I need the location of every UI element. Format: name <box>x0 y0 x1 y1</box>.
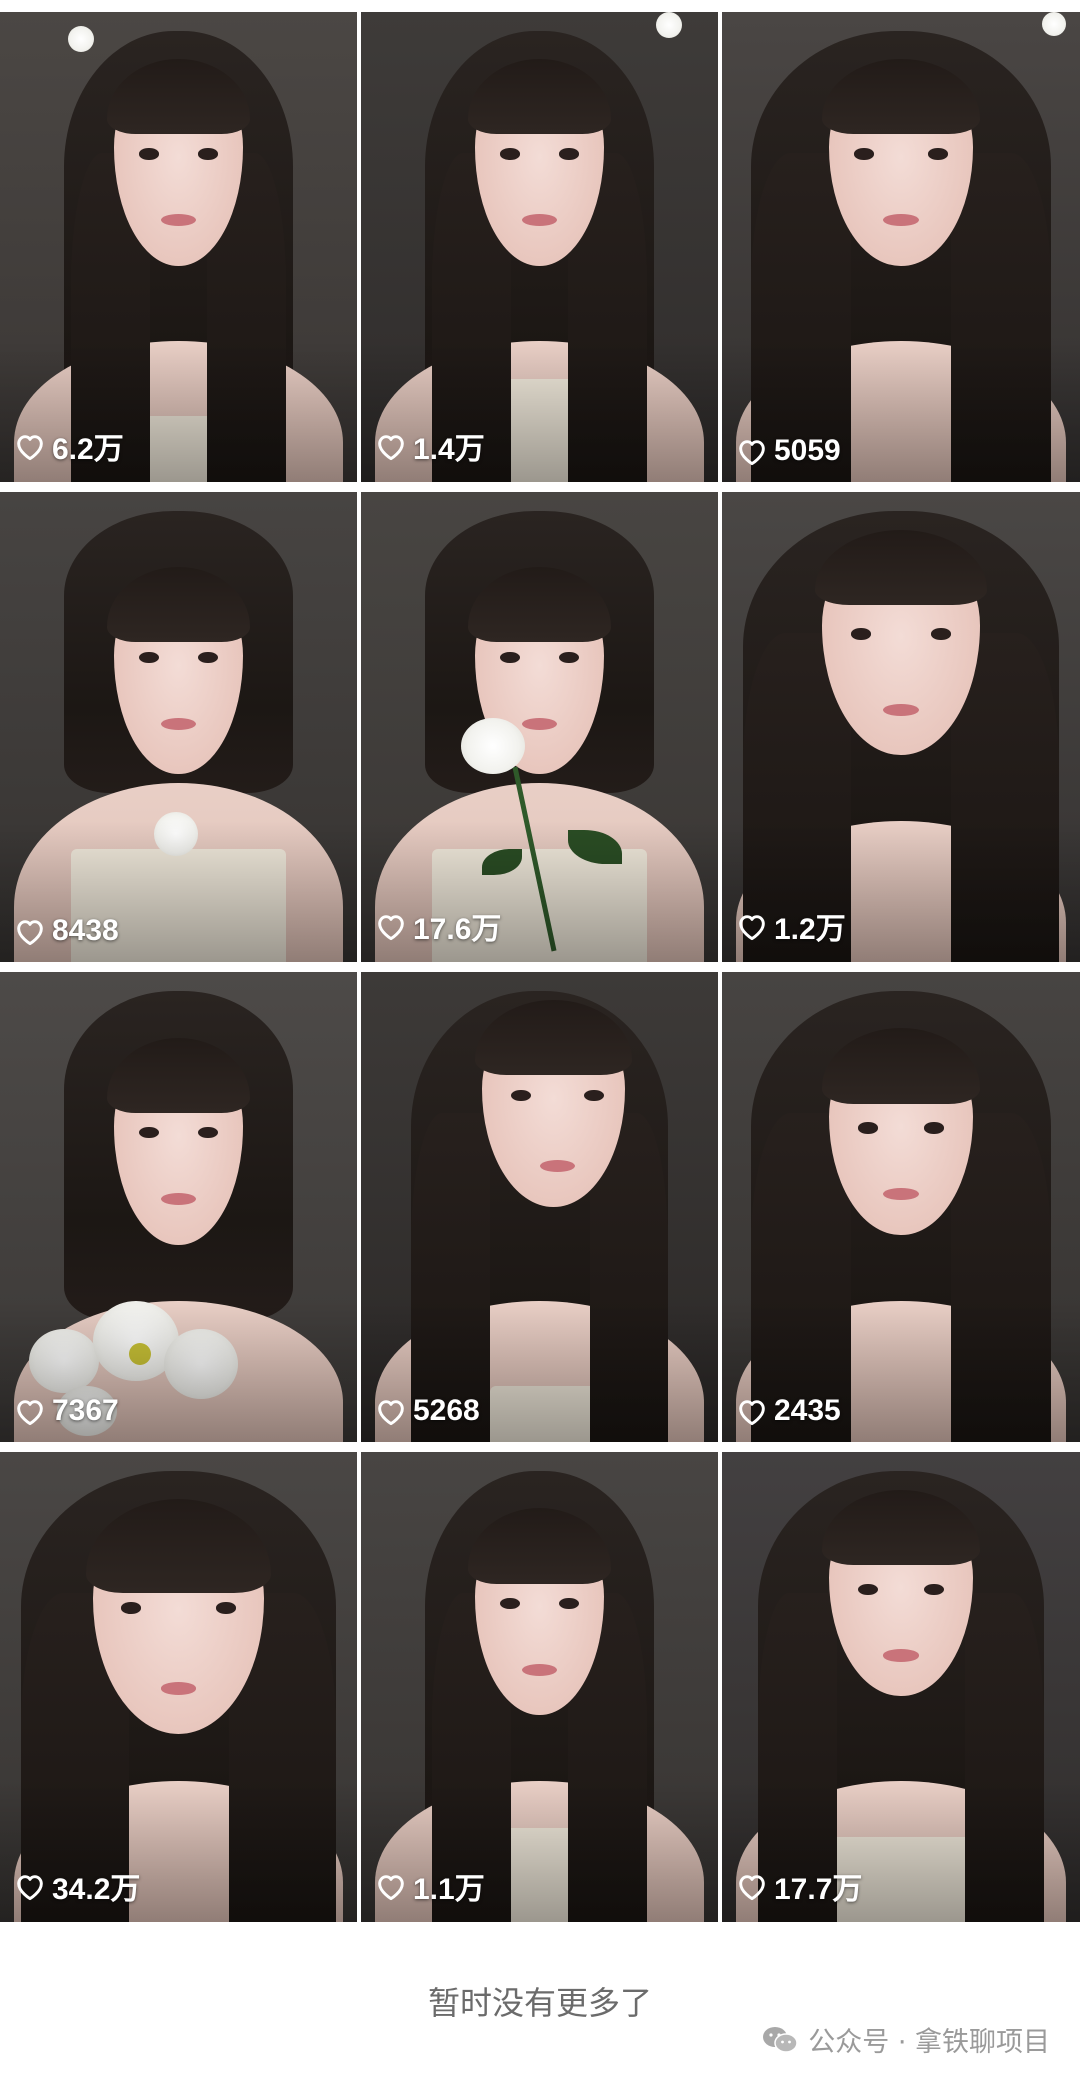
watermark: 公众号 · 拿铁聊项目 <box>762 2020 1050 2059</box>
video-tile[interactable]: 5268 <box>361 972 718 1442</box>
like-count: 5059 <box>736 434 841 468</box>
like-count-text: 5059 <box>774 434 841 467</box>
heart-outline-icon <box>375 1396 407 1426</box>
like-count-text: 1.4万 <box>413 433 485 466</box>
footer: 暂时没有更多了 公众号 · 拿铁聊项目 <box>0 1922 1080 2081</box>
like-count-text: 17.7万 <box>774 1873 863 1906</box>
like-count: 1.1万 <box>375 1864 485 1908</box>
video-tile[interactable]: 2435 <box>722 972 1080 1442</box>
video-tile[interactable]: 1.1万 <box>361 1452 718 1922</box>
video-tile[interactable]: 6.2万 <box>0 12 357 482</box>
video-tile[interactable]: 5059 <box>722 12 1080 482</box>
video-thumbnail <box>722 1452 1080 1922</box>
video-thumbnail <box>361 492 718 962</box>
like-count-text: 1.2万 <box>774 913 846 946</box>
like-count: 2435 <box>736 1394 841 1428</box>
top-strip <box>0 0 1080 12</box>
like-count-text: 17.6万 <box>413 913 502 946</box>
like-count: 5268 <box>375 1394 480 1428</box>
video-tile[interactable]: 34.2万 <box>0 1452 357 1922</box>
watermark-text: 公众号 · 拿铁聊项目 <box>808 2027 1050 2058</box>
like-count: 7367 <box>14 1394 119 1428</box>
video-grid: 6.2万 1.4万 5059 8438 17.6万 1.2万 7367 5268… <box>0 12 1080 1922</box>
heart-outline-icon <box>375 911 407 941</box>
video-tile[interactable]: 17.7万 <box>722 1452 1080 1922</box>
like-count-text: 6.2万 <box>52 433 124 466</box>
video-thumbnail <box>361 12 718 482</box>
heart-outline-icon <box>14 916 46 946</box>
video-thumbnail <box>0 492 357 962</box>
like-count-text: 2435 <box>774 1394 841 1427</box>
like-count-text: 8438 <box>52 914 119 947</box>
heart-outline-icon <box>375 1871 407 1901</box>
video-thumbnail <box>361 972 718 1442</box>
video-thumbnail <box>0 972 357 1442</box>
heart-outline-icon <box>736 1871 768 1901</box>
like-count: 1.2万 <box>736 904 846 948</box>
video-thumbnail <box>722 972 1080 1442</box>
like-count: 17.6万 <box>375 904 501 948</box>
video-thumbnail <box>722 12 1080 482</box>
like-count-text: 7367 <box>52 1394 119 1427</box>
heart-outline-icon <box>375 431 407 461</box>
video-thumbnail <box>0 12 357 482</box>
video-tile[interactable]: 1.4万 <box>361 12 718 482</box>
video-thumbnail <box>361 1452 718 1922</box>
heart-outline-icon <box>736 436 768 466</box>
video-tile[interactable]: 17.6万 <box>361 492 718 962</box>
heart-outline-icon <box>14 431 46 461</box>
like-count: 8438 <box>14 914 119 948</box>
heart-outline-icon <box>14 1871 46 1901</box>
like-count: 34.2万 <box>14 1864 140 1908</box>
video-thumbnail <box>722 492 1080 962</box>
like-count-text: 34.2万 <box>52 1873 141 1906</box>
no-more-content-text: 暂时没有更多了 <box>427 1984 652 2022</box>
video-thumbnail <box>0 1452 357 1922</box>
wechat-icon <box>762 2025 798 2055</box>
video-tile[interactable]: 1.2万 <box>722 492 1080 962</box>
like-count-text: 5268 <box>413 1394 480 1427</box>
like-count: 6.2万 <box>14 424 124 468</box>
video-tile[interactable]: 7367 <box>0 972 357 1442</box>
heart-outline-icon <box>736 911 768 941</box>
like-count: 1.4万 <box>375 424 485 468</box>
like-count-text: 1.1万 <box>413 1873 485 1906</box>
like-count: 17.7万 <box>736 1864 862 1908</box>
heart-outline-icon <box>736 1396 768 1426</box>
video-tile[interactable]: 8438 <box>0 492 357 962</box>
heart-outline-icon <box>14 1396 46 1426</box>
